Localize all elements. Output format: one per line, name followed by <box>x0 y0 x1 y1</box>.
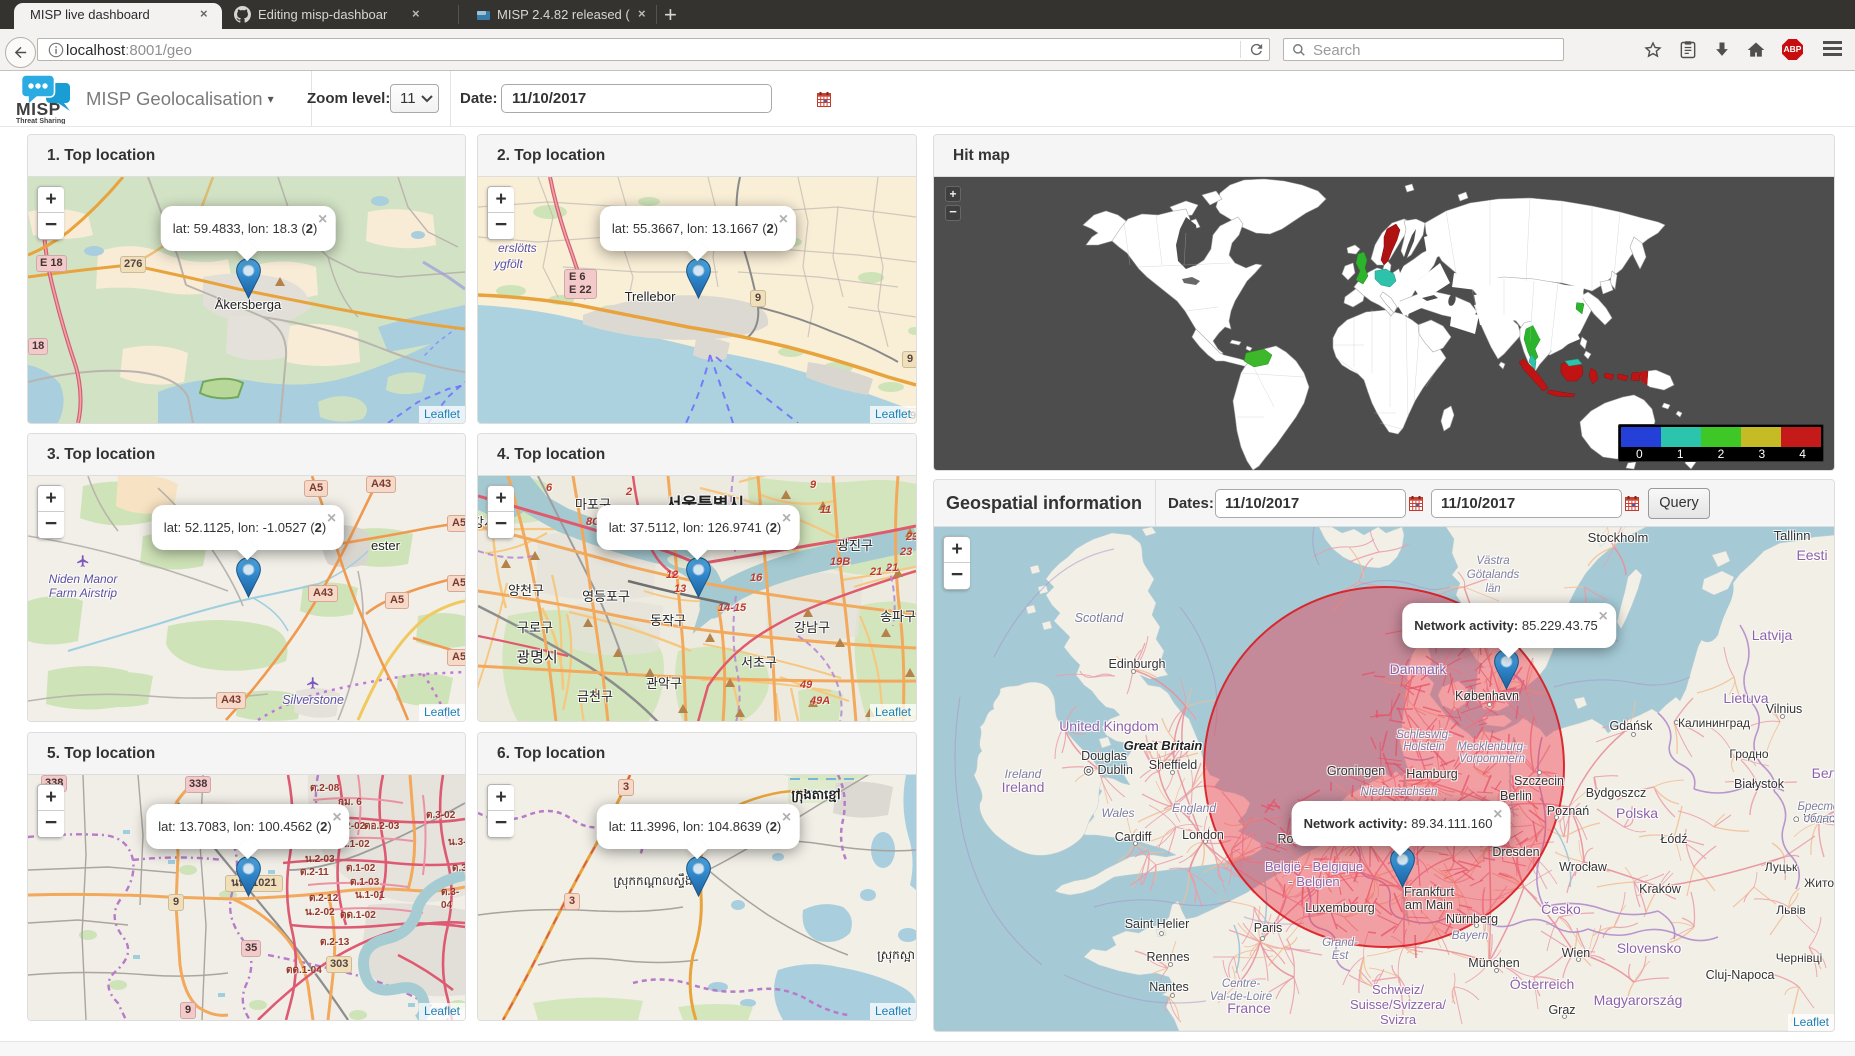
svg-text:Threat Sharing: Threat Sharing <box>16 118 65 124</box>
svg-text:MISP: MISP <box>16 99 61 119</box>
